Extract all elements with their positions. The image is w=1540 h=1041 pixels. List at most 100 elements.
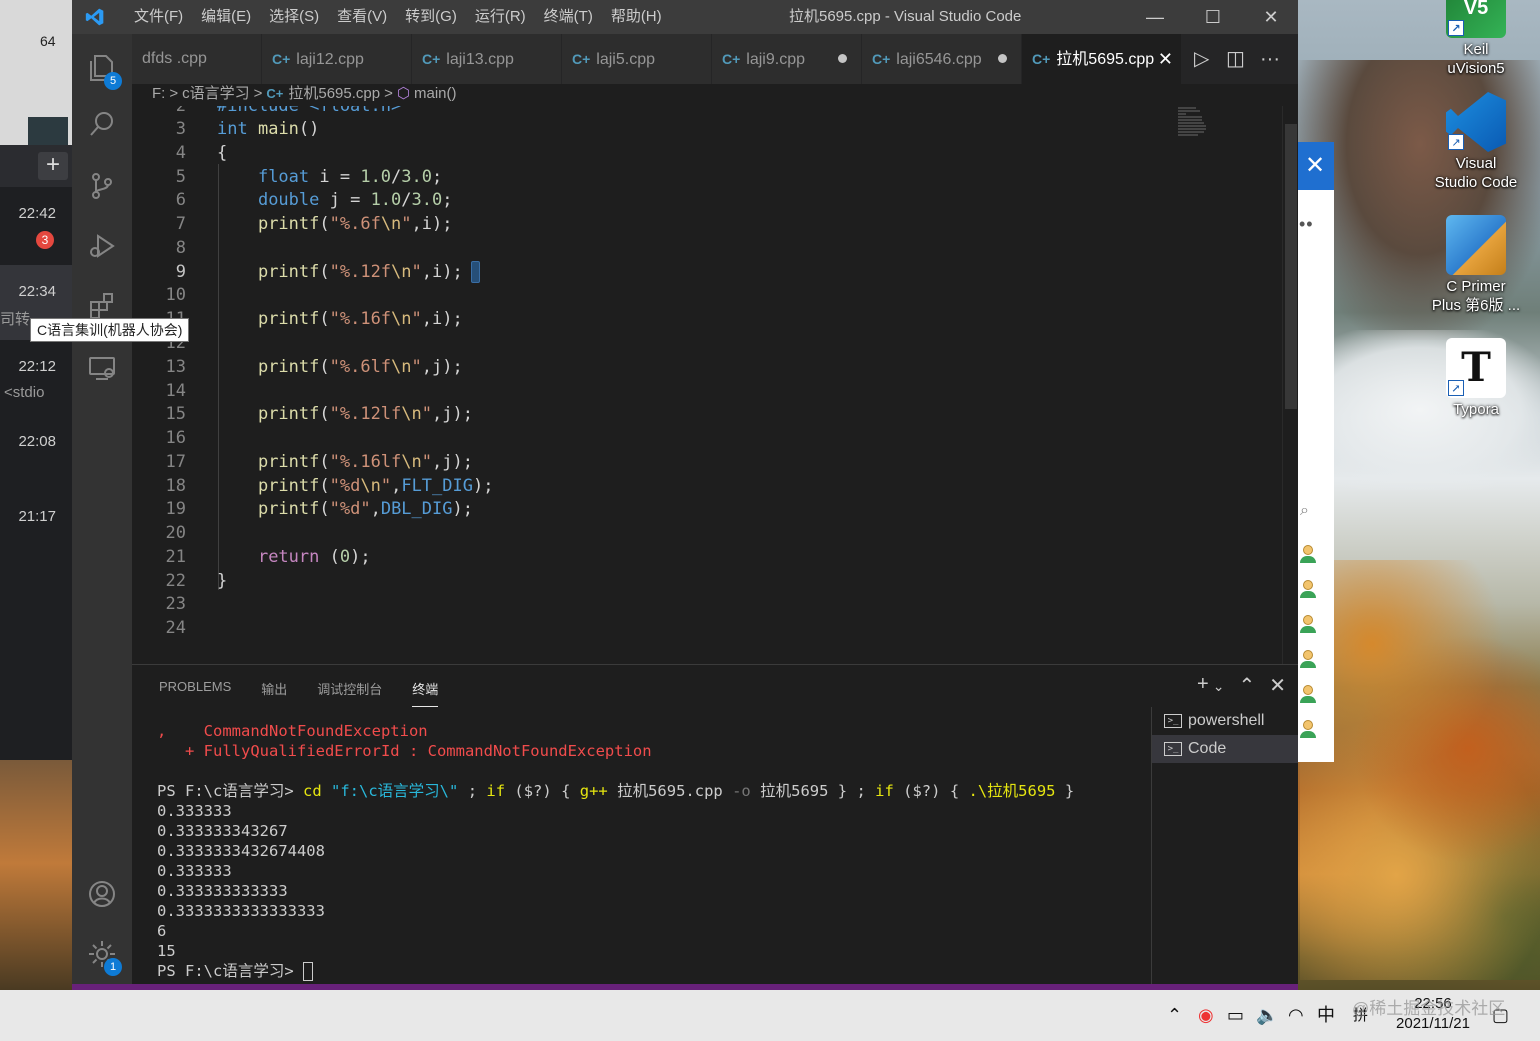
breadcrumb-folder[interactable]: c语言学习 <box>182 85 250 102</box>
cpp-file-icon: C+ <box>1032 51 1051 67</box>
settings-gear-icon[interactable]: 1 <box>72 926 132 982</box>
menu-item-view[interactable]: 查看(V) <box>328 0 396 34</box>
code-line: double j = 1.0/3.0; <box>257 190 453 210</box>
tab-laji5[interactable]: C+ laji5.cpp <box>562 34 712 84</box>
tab-laji13[interactable]: C+ laji13.cpp <box>412 34 562 84</box>
menu-item-file[interactable]: 文件(F) <box>125 0 192 34</box>
code-line: printf("%.12f\n",i); <box>217 260 480 284</box>
desktop-icon-label: Keil <box>1463 41 1489 58</box>
menu-item-help[interactable]: 帮助(H) <box>602 0 671 34</box>
line-number: 15 <box>165 404 186 424</box>
code-line: return (0); <box>257 547 371 567</box>
ime-language-indicator[interactable]: 中 <box>1317 990 1335 1041</box>
menu-item-terminal[interactable]: 终端(T) <box>535 0 602 34</box>
explorer-icon[interactable]: 5 <box>72 40 132 96</box>
close-tab-icon[interactable]: ✕ <box>1158 34 1173 84</box>
qq-tray-icon[interactable]: ◉ <box>1198 990 1214 1041</box>
breadcrumb-symbol[interactable]: main() <box>414 85 457 102</box>
cpp-file-icon: C+ <box>722 51 741 67</box>
desktop-icon-typora[interactable]: T ↗ Typora <box>1427 338 1525 419</box>
desktop-icon-vscode[interactable]: ↗ Visual Studio Code <box>1427 92 1525 192</box>
contacts-popup: ✕ •• ⌕ <box>1296 142 1334 762</box>
scrollbar-thumb[interactable] <box>1285 124 1297 409</box>
chat-list-item[interactable]: 22:08 <box>0 415 72 490</box>
run-debug-icon[interactable] <box>72 218 132 274</box>
volume-icon[interactable]: 🔈 <box>1256 990 1278 1041</box>
tab-terminal[interactable]: 终端 <box>412 679 439 707</box>
code-line: { <box>217 143 228 163</box>
tab-label: 拉机5695.cpp <box>1056 51 1155 68</box>
editor-scrollbar[interactable] <box>1282 106 1298 664</box>
new-chat-button[interactable]: + <box>38 152 68 180</box>
more-icon[interactable]: •• <box>1299 214 1314 235</box>
tab-lajiji5695[interactable]: C+ 拉机5695.cpp ✕ <box>1022 34 1182 84</box>
contact-avatar-icon[interactable] <box>1299 685 1317 705</box>
breadcrumb-file[interactable]: 拉机5695.cpp <box>288 85 380 102</box>
tab-laji12[interactable]: C+ laji12.cpp <box>262 34 412 84</box>
unsaved-dot-icon[interactable] <box>998 54 1007 63</box>
tab-label: laji6546.cpp <box>896 51 982 68</box>
line-number: 20 <box>165 523 186 543</box>
terminal-list-item-code[interactable]: >_ Code <box>1152 735 1298 763</box>
cpp-file-icon: C+ <box>422 51 441 67</box>
maximize-panel-icon[interactable]: ⌃ <box>1238 673 1255 699</box>
wifi-icon[interactable]: ◠ <box>1288 990 1304 1041</box>
maximize-button[interactable]: ☐ <box>1184 0 1242 34</box>
tab-dfds[interactable]: dfds .cpp <box>132 34 262 84</box>
contact-avatar-icon[interactable] <box>1299 650 1317 670</box>
unsaved-dot-icon[interactable] <box>838 54 847 63</box>
close-icon[interactable]: ✕ <box>1296 142 1334 190</box>
battery-icon[interactable]: ▭ <box>1227 990 1244 1041</box>
chat-time: 22:08 <box>18 433 56 450</box>
taskbar: ⌃ ◉ ▭ 🔈 ◠ 中 拼 22:56 2021/11/21 ▢ <box>0 990 1540 1041</box>
cpp-file-icon: C+ <box>272 51 291 67</box>
menu-item-selection[interactable]: 选择(S) <box>260 0 328 34</box>
chevron-down-icon[interactable]: ⌄ <box>1213 673 1225 699</box>
run-code-icon[interactable]: ▷ <box>1194 34 1209 84</box>
tab-laji9[interactable]: C+ laji9.cpp <box>712 34 862 84</box>
show-hidden-icons-chevron-icon[interactable]: ⌃ <box>1167 990 1182 1041</box>
code-editor[interactable]: 2 #include <float.h> 3 int main() 4{ 5 flo… <box>132 106 1282 664</box>
minimap[interactable] <box>1178 106 1228 156</box>
terminal-icon: >_ <box>1164 742 1182 756</box>
split-editor-icon[interactable]: ◫ <box>1226 34 1245 84</box>
panel-actions: + ⌄ ⌃ ✕ <box>1183 673 1286 699</box>
contact-avatar-icon[interactable] <box>1299 545 1317 565</box>
tab-laji6546[interactable]: C+ laji6546.cpp <box>862 34 1022 84</box>
contact-avatar-icon[interactable] <box>1299 580 1317 600</box>
desktop-icon-label: Typora <box>1453 401 1499 418</box>
chat-tooltip: C语言集训(机器人协会) <box>30 318 190 342</box>
more-actions-icon[interactable]: ··· <box>1260 34 1280 84</box>
close-panel-icon[interactable]: ✕ <box>1269 673 1286 699</box>
breadcrumb-drive[interactable]: F: <box>152 85 165 102</box>
code-line: float i = 1.0/3.0; <box>257 167 443 187</box>
menu-item-go[interactable]: 转到(G) <box>396 0 466 34</box>
minimize-button[interactable]: — <box>1126 0 1184 34</box>
desktop-icon-keil[interactable]: V5 ↗ Keil uVision5 <box>1427 0 1525 78</box>
code-line: printf("%d\n",FLT_DIG); <box>257 476 494 496</box>
chat-time: 22:42 <box>18 205 56 222</box>
chat-list-item[interactable]: 21:17 <box>0 490 72 565</box>
search-icon[interactable]: ⌕ <box>1300 502 1309 520</box>
terminal-list-item-powershell[interactable]: >_ powershell <box>1152 707 1298 735</box>
remote-explorer-icon[interactable] <box>72 340 132 396</box>
desktop-icon-c-primer[interactable]: C Primer Plus 第6版 ... <box>1427 215 1525 315</box>
menu-item-run[interactable]: 运行(R) <box>466 0 535 34</box>
source-control-icon[interactable] <box>72 158 132 214</box>
desktop-icon-label: C Primer <box>1446 278 1506 295</box>
accounts-icon[interactable] <box>72 866 132 922</box>
close-window-button[interactable]: ✕ <box>1242 0 1300 34</box>
menu-item-edit[interactable]: 编辑(E) <box>192 0 260 34</box>
search-icon[interactable] <box>72 96 132 152</box>
chat-list-item[interactable]: 22:12 <stdio <box>0 340 72 415</box>
chat-list-item[interactable]: 22:42 3 <box>0 187 72 262</box>
line-number: 9 <box>175 262 186 282</box>
contact-avatar-icon[interactable] <box>1299 720 1317 740</box>
tab-problems[interactable]: PROBLEMS <box>159 679 231 707</box>
terminal-output[interactable]: , CommandNotFoundException + FullyQualif… <box>157 721 1147 986</box>
contact-avatar-icon[interactable] <box>1299 615 1317 635</box>
tab-debug-console[interactable]: 调试控制台 <box>317 679 382 707</box>
wallpaper-left-edge <box>0 760 72 990</box>
new-terminal-icon[interactable]: + <box>1197 673 1209 699</box>
tab-output[interactable]: 输出 <box>261 679 287 707</box>
